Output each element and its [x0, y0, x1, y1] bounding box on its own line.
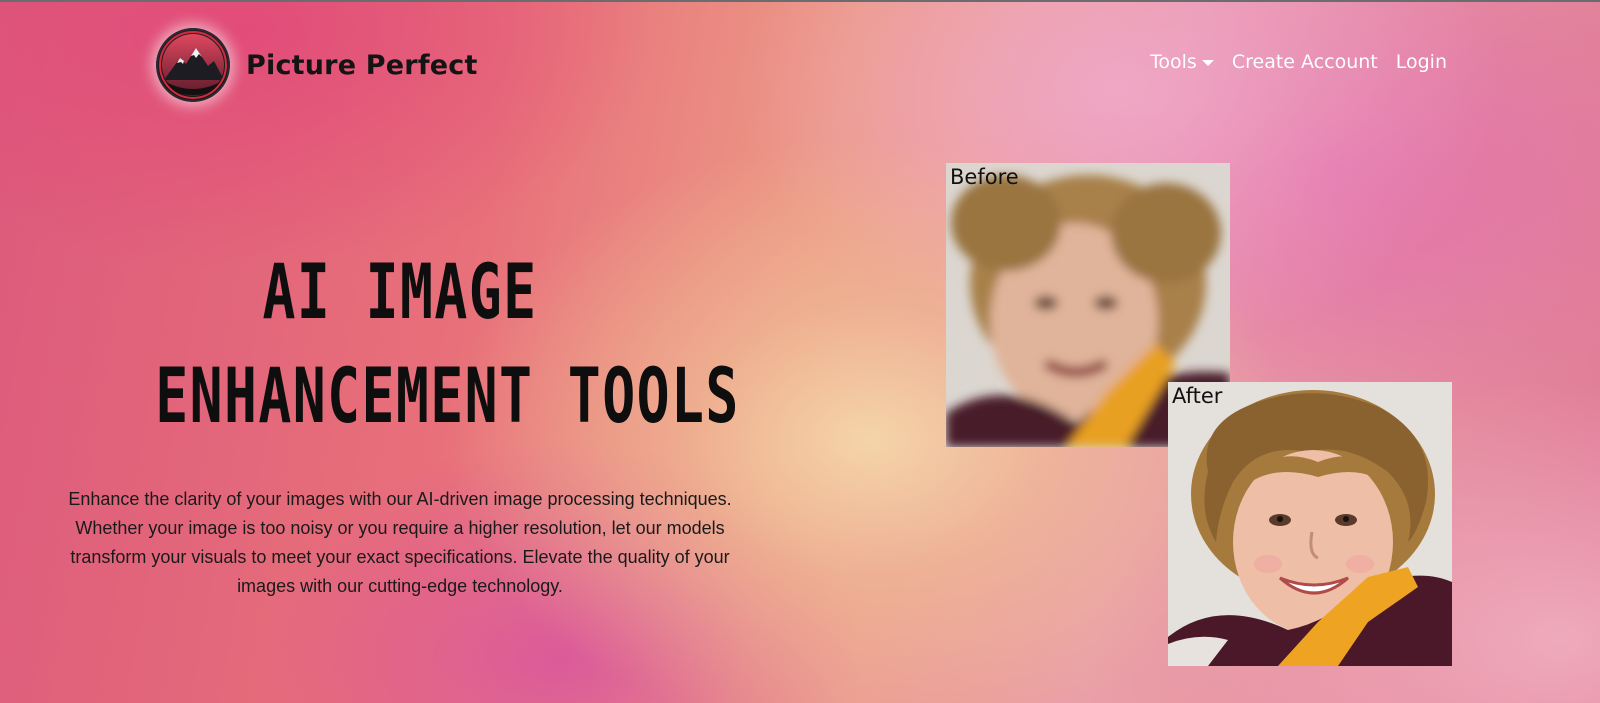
caret-down-icon [1201, 60, 1214, 66]
hero-title: AI IMAGE ENHANCEMENT TOOLS [155, 240, 740, 448]
after-image: After [1168, 382, 1452, 666]
tools-label: Tools [1150, 51, 1197, 73]
login-link[interactable]: Login [1396, 51, 1447, 73]
tools-dropdown[interactable]: Tools [1150, 51, 1214, 73]
hero-description: Enhance the clarity of your images with … [68, 489, 732, 596]
child-portrait-enhanced [1168, 382, 1452, 666]
brand-name: Picture Perfect [246, 49, 478, 81]
create-account-link[interactable]: Create Account [1232, 51, 1378, 73]
hero-title-line-1: AI IMAGE [262, 247, 538, 336]
brand[interactable]: Picture Perfect [156, 28, 478, 102]
hero-title-line-2: ENHANCEMENT TOOLS [155, 351, 740, 440]
main-nav: Tools Create Account Login [1150, 51, 1447, 73]
after-label: After [1172, 384, 1223, 408]
before-label: Before [950, 165, 1019, 189]
window-top-border [0, 0, 1600, 2]
mountain-logo-icon [156, 28, 230, 102]
